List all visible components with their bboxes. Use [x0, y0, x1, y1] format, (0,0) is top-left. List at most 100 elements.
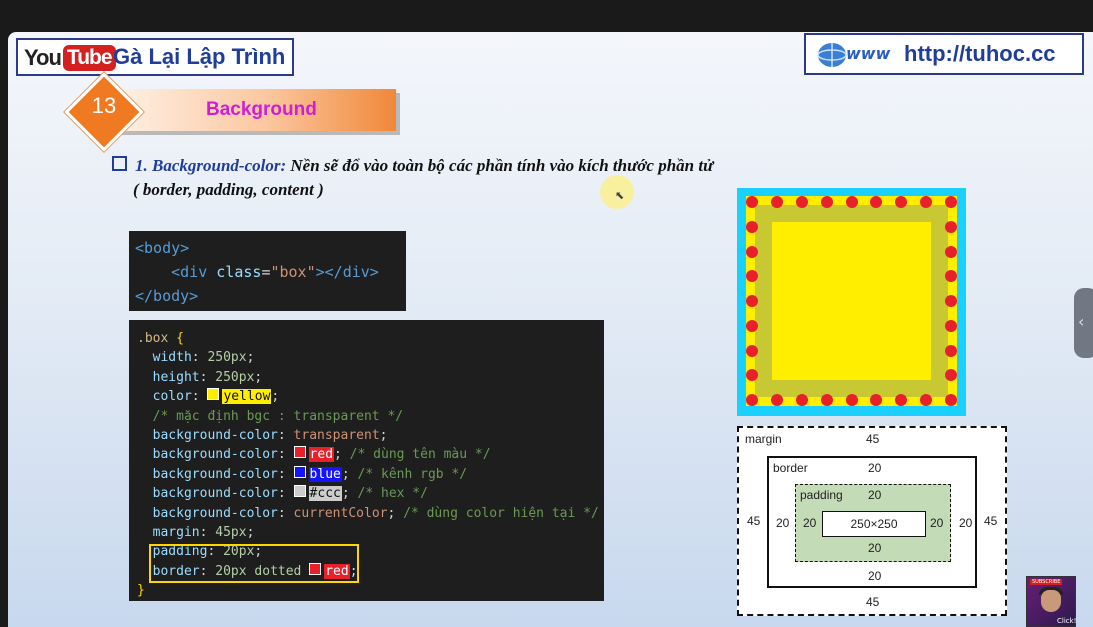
avatar[interactable]: SUBSCRIBE Click!: [1026, 576, 1077, 627]
border-dot: [746, 196, 758, 208]
padding-top-value: 20: [868, 488, 882, 502]
padding-left-value: 20: [803, 516, 817, 530]
css-property: background-color: [152, 447, 278, 463]
demo-box-margin: [737, 188, 966, 416]
slide: You Tube Gà Lại Lập Trình www http://tuh…: [8, 32, 1093, 627]
code-line: height: 250px;: [137, 368, 596, 387]
css-property: width: [152, 350, 192, 366]
code-token: :: [277, 447, 294, 463]
border-dot: [945, 369, 957, 381]
avatar-click-label: Click!: [1057, 617, 1077, 625]
border-dot: [746, 295, 758, 307]
css-selector: .box: [137, 331, 177, 346]
code-token: :: [191, 389, 208, 405]
border-dot: [945, 196, 957, 208]
code-line: <div class="box"></div>: [135, 260, 400, 284]
border-dot: [746, 345, 758, 357]
border-dot: [945, 320, 957, 332]
code-token: ;: [254, 369, 263, 385]
code-token: }: [137, 583, 145, 599]
border-label: border: [773, 461, 808, 475]
code-comment: /* hex */: [349, 486, 428, 502]
css-property: height: [152, 369, 200, 385]
channel-name: Gà Lại Lập Trình: [113, 44, 286, 69]
padding-label: padding: [800, 488, 843, 502]
code-token: ;: [246, 350, 255, 366]
demo-box-padding: [755, 205, 948, 397]
chevron-left-icon[interactable]: ‹: [1078, 312, 1084, 331]
code-token: :: [199, 524, 216, 540]
border-dot: [796, 394, 808, 406]
youtube-logo-you: You: [24, 45, 62, 70]
border-dot: [870, 196, 882, 208]
subscribe-badge: SUBSCRIBE: [1030, 579, 1063, 585]
border-left-value: 20: [776, 516, 790, 530]
css-value: 250px: [207, 350, 247, 366]
css-property: background-color: [152, 427, 278, 443]
channel-banner: You Tube Gà Lại Lập Trình: [16, 38, 294, 76]
css-value: red: [308, 447, 335, 463]
code-token: ;: [334, 447, 342, 463]
code-comment: /* kênh rgb */: [349, 466, 468, 482]
css-value: transparent: [293, 427, 380, 443]
code-comment: /* dùng tên màu */: [341, 447, 491, 463]
youtube-logo-tube: Tube: [62, 45, 116, 71]
border-dot: [846, 196, 858, 208]
code-line: </body>: [135, 284, 400, 308]
code-token: ;: [341, 486, 350, 502]
css-value: 250px: [215, 369, 255, 385]
code-line: background-color: #ccc; /* hex */: [137, 484, 596, 503]
website-url[interactable]: http://tuhoc.cc: [904, 41, 1056, 67]
section-heading-line2: ( border, padding, content ): [133, 180, 324, 199]
css-value: yellow: [222, 389, 272, 405]
website-banner: www http://tuhoc.cc: [804, 33, 1084, 75]
code-token: class: [216, 263, 262, 281]
border-top-value: 20: [868, 461, 882, 475]
color-swatch-gray: [293, 485, 306, 498]
code-comment: /* dùng color hiện tại */: [395, 505, 599, 521]
color-swatch-red: [293, 446, 306, 459]
margin-left-value: 45: [747, 514, 761, 528]
border-dot: [746, 246, 758, 258]
css-value: #ccc: [308, 486, 342, 502]
code-token: ;: [379, 427, 388, 443]
css-value: 45px: [215, 524, 247, 540]
border-dot: [870, 394, 882, 406]
code-token: ;: [246, 524, 255, 540]
box-model-content: 250×250: [822, 511, 926, 537]
border-dot: [746, 394, 758, 406]
www-globe-icon: www: [817, 43, 891, 67]
css-value: blue: [308, 466, 342, 482]
color-swatch-yellow: [207, 388, 220, 401]
margin-top-value: 45: [866, 432, 880, 446]
mouse-pointer-icon: ⬉: [615, 190, 625, 202]
border-dot: [796, 196, 808, 208]
code-token: :: [199, 369, 216, 385]
code-line: <body>: [135, 236, 400, 260]
border-dot: [846, 394, 858, 406]
code-token: {: [176, 331, 184, 346]
border-dot: [746, 270, 758, 282]
code-token: "box": [270, 263, 316, 281]
border-dot: [945, 345, 957, 357]
border-dot: [895, 196, 907, 208]
checkbox-bullet-icon: [112, 156, 127, 171]
border-dot: [771, 196, 783, 208]
css-property: color: [152, 389, 192, 405]
border-dot: [920, 394, 932, 406]
code-line: background-color: transparent;: [137, 426, 596, 445]
youtube-logo: You Tube: [24, 45, 116, 71]
margin-bottom-value: 45: [866, 595, 880, 609]
padding-bottom-value: 20: [868, 541, 882, 555]
html-code-block: <body> <div class="box"></div> </body>: [129, 231, 406, 311]
color-swatch-blue: [293, 465, 306, 478]
border-dot: [771, 394, 783, 406]
css-value: currentColor: [293, 505, 388, 521]
code-token: </body>: [135, 287, 199, 305]
border-dot: [821, 196, 833, 208]
code-token: :: [277, 466, 294, 482]
border-dot: [920, 196, 932, 208]
lesson-title: Background: [206, 99, 317, 120]
box-model-padding: padding 20 20 20 20 250×250: [795, 484, 951, 562]
padding-border-highlight: [149, 544, 359, 583]
